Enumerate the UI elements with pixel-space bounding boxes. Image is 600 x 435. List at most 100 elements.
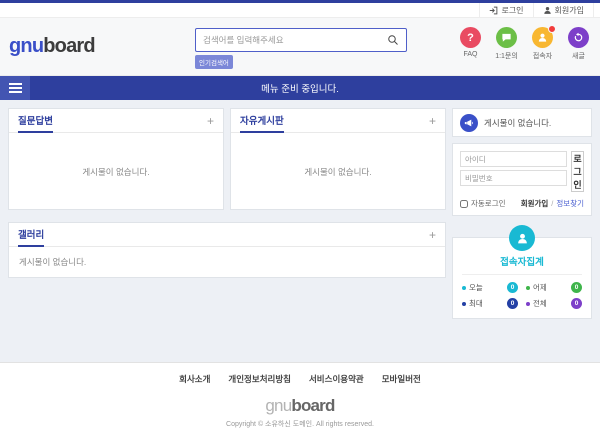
board-empty-text: 게시물이 없습니다.	[231, 133, 445, 178]
auto-login-label: 자동로그인	[471, 198, 506, 209]
footer: 회사소개 개인정보처리방침 서비스이용약관 모바일버전 gnuboard Cop…	[0, 362, 600, 435]
login-form: 로그인	[460, 151, 584, 192]
stat-dot	[462, 286, 466, 290]
plus-icon[interactable]: +	[429, 115, 436, 127]
nav-message: 메뉴 준비 중입니다.	[0, 81, 600, 95]
chat-icon	[496, 27, 517, 48]
visitor-icon	[532, 27, 553, 48]
footer-link-terms[interactable]: 서비스이용약관	[309, 373, 364, 385]
stat-max: 최대 0	[462, 298, 518, 309]
site-logo[interactable]: gnuboard	[9, 35, 95, 58]
notice-empty-text: 게시물이 없습니다.	[484, 117, 551, 129]
footer-link-privacy[interactable]: 개인정보처리방침	[228, 373, 291, 385]
stat-dot	[526, 286, 530, 290]
footer-links: 회사소개 개인정보처리방침 서비스이용약관 모바일버전	[0, 373, 600, 385]
board-box-free: 자유게시판 + 게시물이 없습니다.	[230, 108, 446, 210]
board-head: 자유게시판 +	[231, 109, 445, 133]
qna-label: 1:1문의	[495, 51, 518, 61]
search-button[interactable]	[387, 34, 399, 46]
login-password-input[interactable]	[460, 170, 567, 186]
new-posts-button[interactable]: 새글	[565, 27, 592, 61]
visitor-count-badge	[548, 25, 556, 33]
new-posts-label: 새글	[572, 51, 585, 61]
stat-label: 전체	[533, 298, 571, 309]
person-icon	[543, 6, 552, 15]
auto-login-checkbox[interactable]	[460, 200, 468, 208]
visitors-button[interactable]: 접속자	[529, 27, 556, 61]
stat-dot	[526, 302, 530, 306]
board-title-gallery[interactable]: 갤러리	[18, 223, 44, 247]
login-label: 로그인	[501, 5, 523, 16]
copyright-text: Copyright © 소유하신 도메인. All rights reserve…	[0, 419, 600, 429]
visitor-stats-icon	[509, 225, 535, 251]
faq-icon: ?	[460, 27, 481, 48]
search-area: 인기검색어	[195, 28, 407, 70]
topbar: 로그인 회원가입	[0, 3, 600, 18]
visitor-stats-title: 접속자집계	[462, 254, 582, 275]
link-divider: /	[551, 199, 553, 208]
signup-link[interactable]: 회원가입	[521, 198, 549, 209]
board-head: 질문답변 +	[9, 109, 223, 133]
stat-value: 0	[571, 298, 582, 309]
stat-label: 오늘	[469, 282, 507, 293]
visitors-label: 접속자	[533, 51, 552, 61]
page: 로그인 회원가입 gnuboard 인기검색어 ? FAQ	[0, 0, 600, 435]
plus-icon[interactable]: +	[207, 115, 214, 127]
main-column: 질문답변 + 게시물이 없습니다. 자유게시판 + 게시물이 없습니다. 갤러리	[8, 108, 446, 354]
stat-value: 0	[571, 282, 582, 293]
popular-search-badge[interactable]: 인기검색어	[195, 55, 233, 69]
footer-logo: gnuboard	[0, 396, 600, 416]
plus-icon[interactable]: +	[429, 229, 436, 241]
stat-yesterday: 어제 0	[526, 282, 582, 293]
board-head: 갤러리 +	[9, 223, 445, 247]
board-empty-text: 게시물이 없습니다.	[9, 247, 445, 277]
notice-widget: 게시물이 없습니다.	[452, 108, 592, 137]
board-box-qna: 질문답변 + 게시물이 없습니다.	[8, 108, 224, 210]
board-empty-text: 게시물이 없습니다.	[9, 133, 223, 178]
signup-button[interactable]: 회원가입	[533, 3, 594, 17]
quick-icons: ? FAQ 1:1문의 접속자 새글	[457, 27, 592, 61]
stat-label: 최대	[469, 298, 507, 309]
stat-dot	[462, 302, 466, 306]
find-info-link[interactable]: 정보찾기	[556, 198, 584, 209]
login-inputs	[460, 151, 567, 192]
logo-board: board	[43, 35, 95, 57]
search-icon	[387, 34, 399, 46]
auto-login-toggle[interactable]: 자동로그인	[460, 198, 521, 209]
sign-in-icon	[489, 6, 498, 15]
search-input[interactable]	[203, 35, 387, 45]
sidebar: 게시물이 없습니다. 로그인 자동로그인 회원가입 /	[452, 108, 592, 354]
board-title-free[interactable]: 자유게시판	[240, 109, 284, 133]
login-button[interactable]: 로그인	[479, 3, 532, 17]
login-widget: 로그인 자동로그인 회원가입 / 정보찾기	[452, 143, 592, 216]
logo-gnu: gnu	[9, 35, 43, 57]
footer-link-company[interactable]: 회사소개	[179, 373, 210, 385]
stat-value: 0	[507, 282, 518, 293]
footer-logo-gnu: gnu	[265, 396, 291, 415]
stat-today: 오늘 0	[462, 282, 518, 293]
footer-logo-board: board	[291, 396, 334, 415]
header: gnuboard 인기검색어 ? FAQ 1:1문의	[0, 18, 600, 76]
faq-button[interactable]: ? FAQ	[457, 27, 484, 61]
megaphone-icon	[460, 114, 478, 132]
stat-label: 어제	[533, 282, 571, 293]
hamburger-menu-button[interactable]	[0, 76, 30, 100]
qna-button[interactable]: 1:1문의	[493, 27, 520, 61]
content: 질문답변 + 게시물이 없습니다. 자유게시판 + 게시물이 없습니다. 갤러리	[0, 100, 600, 362]
stat-value: 0	[507, 298, 518, 309]
search-box	[195, 28, 407, 52]
signup-label: 회원가입	[555, 5, 584, 16]
refresh-icon	[568, 27, 589, 48]
board-box-gallery: 갤러리 + 게시물이 없습니다.	[8, 222, 446, 278]
login-id-input[interactable]	[460, 151, 567, 167]
visitor-stats-widget: 접속자집계 오늘 0 어제 0 최대 0	[452, 237, 592, 319]
login-links: 자동로그인 회원가입 / 정보찾기	[460, 198, 584, 209]
stat-total: 전체 0	[526, 298, 582, 309]
faq-label: FAQ	[463, 51, 477, 58]
visitor-stats-grid: 오늘 0 어제 0 최대 0 전체	[462, 282, 582, 309]
main-nav: 메뉴 준비 중입니다.	[0, 76, 600, 100]
login-submit-button[interactable]: 로그인	[571, 151, 584, 192]
board-row: 질문답변 + 게시물이 없습니다. 자유게시판 + 게시물이 없습니다.	[8, 108, 446, 210]
board-title-qna[interactable]: 질문답변	[18, 109, 53, 133]
footer-link-mobile[interactable]: 모바일버전	[382, 373, 421, 385]
